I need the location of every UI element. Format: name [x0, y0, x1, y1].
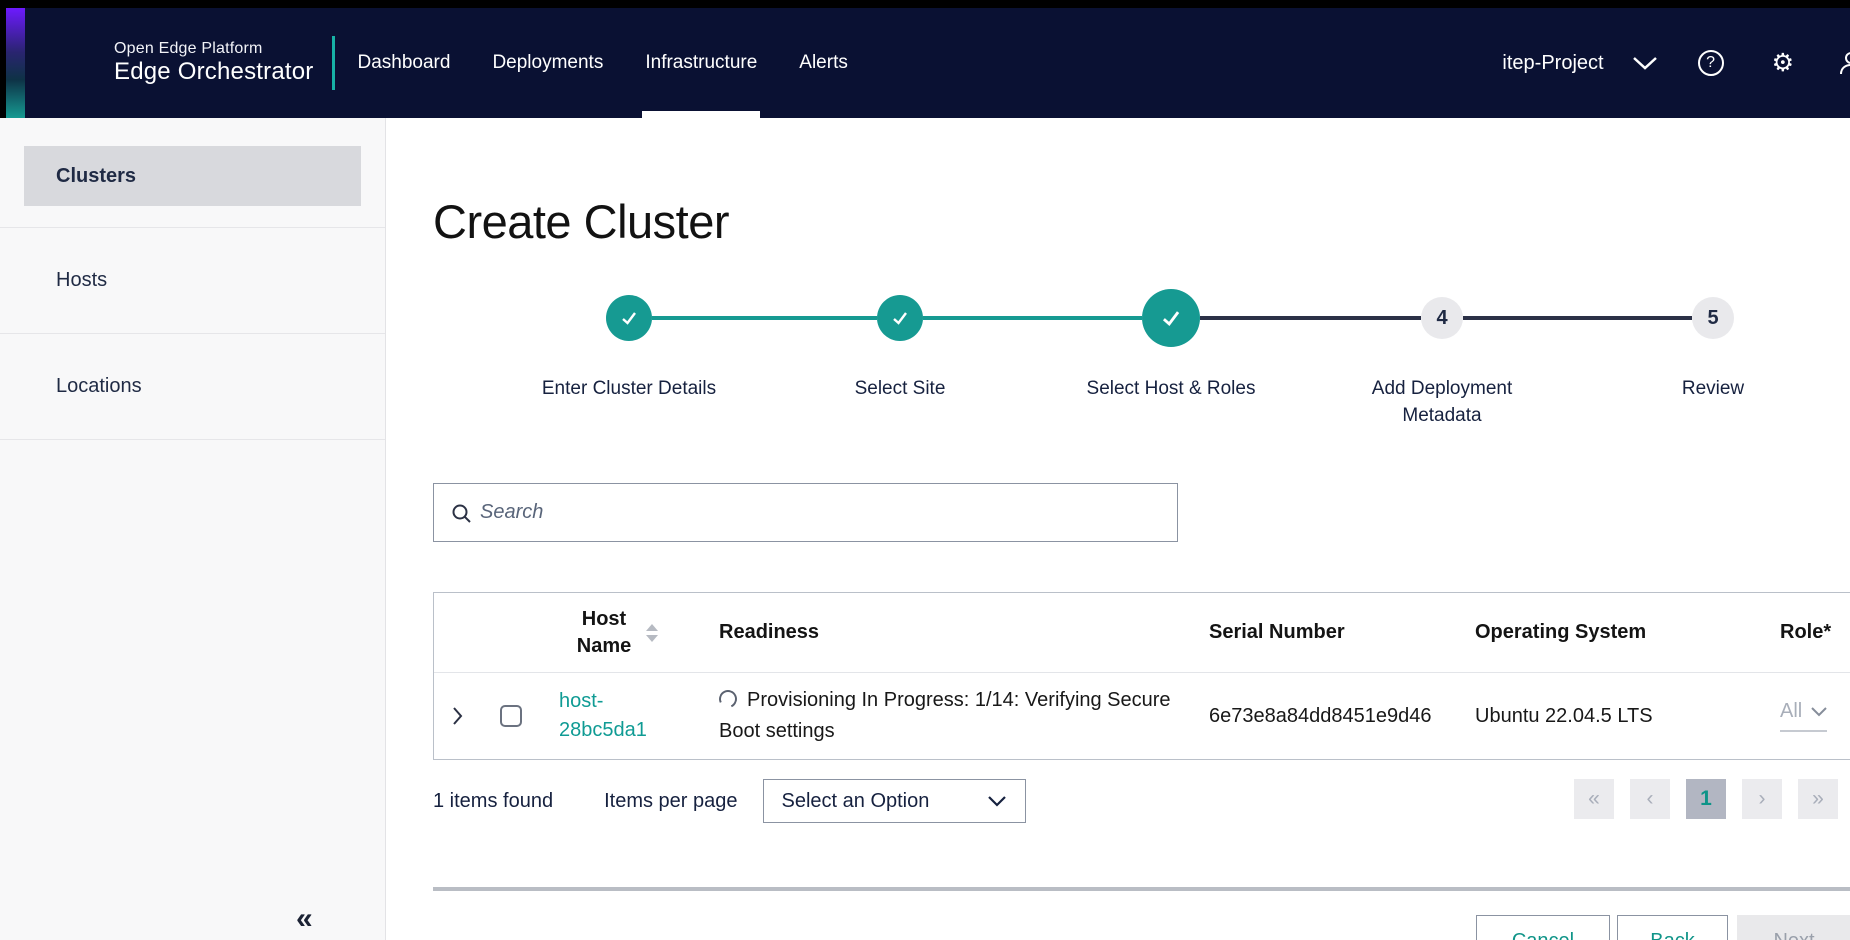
table-footer: 1 items found Items per page Select an O…: [433, 778, 1838, 824]
step-2-label: Select Site: [800, 375, 1000, 402]
serial-number-value: 6e73e8a84dd8451e9d46: [1209, 705, 1431, 728]
step-1-label: Enter Cluster Details: [529, 375, 729, 402]
stepper-connector-pending: [1200, 316, 1421, 320]
chevron-down-icon[interactable]: [1632, 55, 1658, 71]
row-checkbox[interactable]: [500, 705, 522, 727]
user-icon[interactable]: [1838, 50, 1850, 76]
brand-product-name: Edge Orchestrator: [114, 58, 314, 86]
role-select[interactable]: All: [1780, 700, 1827, 732]
top-nav: Dashboard Deployments Infrastructure Ale…: [355, 8, 851, 118]
sort-icon[interactable]: [646, 624, 658, 642]
spinner-icon: [716, 687, 739, 710]
items-per-page-select[interactable]: Select an Option: [763, 779, 1026, 823]
items-found-label: 1 items found: [433, 790, 553, 813]
app-logo[interactable]: Open Edge Platform Edge Orchestrator: [114, 40, 314, 86]
column-header-host-name: Host Name: [541, 593, 691, 672]
step-4-label: Add Deployment Metadata: [1342, 375, 1542, 429]
footer-divider: [433, 887, 1850, 891]
project-selector-label[interactable]: itep-Project: [1502, 52, 1603, 75]
pagination-next-button[interactable]: ›: [1742, 779, 1782, 819]
step-number: 4: [1436, 307, 1447, 330]
sidebar-collapse-icon[interactable]: «: [296, 904, 313, 934]
nav-infrastructure[interactable]: Infrastructure: [642, 8, 760, 118]
stepper-connector-complete: [923, 316, 1142, 320]
main-content: Create Cluster 4 5 Enter Cluster Det: [386, 118, 1850, 940]
column-header-readiness: Readiness: [691, 593, 1209, 672]
step-3-circle-current[interactable]: [1142, 289, 1200, 347]
page-title: Create Cluster: [433, 194, 729, 249]
readiness-status: Provisioning In Progress: 1/14: Verifyin…: [719, 685, 1209, 747]
app-header: Open Edge Platform Edge Orchestrator Das…: [0, 8, 1850, 118]
sort-asc-icon: [646, 624, 658, 631]
sidebar-item-label: Clusters: [56, 165, 136, 188]
pagination-prev-button[interactable]: ‹: [1630, 779, 1670, 819]
items-per-page-value: Select an Option: [782, 790, 930, 813]
step-number: 5: [1707, 307, 1718, 330]
brand-platform-name: Open Edge Platform: [114, 40, 314, 58]
brand-separator: [332, 36, 335, 90]
pagination-first-button[interactable]: «: [1574, 779, 1614, 819]
sidebar-item-label: Locations: [56, 375, 142, 398]
host-search: [433, 483, 1178, 542]
stepper-connector-pending: [1463, 316, 1692, 320]
hosts-table: Host Name Readiness Serial Number Operat…: [433, 592, 1850, 760]
settings-gear-icon[interactable]: ⚙: [1772, 51, 1794, 76]
search-input[interactable]: [480, 485, 1170, 540]
step-3-label: Select Host & Roles: [1071, 375, 1271, 402]
back-button[interactable]: Back: [1617, 915, 1728, 940]
table-header-row: Host Name Readiness Serial Number Operat…: [434, 593, 1850, 673]
step-5-label: Review: [1613, 375, 1813, 402]
sidebar-item-clusters[interactable]: Clusters: [24, 146, 361, 206]
items-per-page-label: Items per page: [604, 790, 737, 813]
next-button[interactable]: Next: [1737, 915, 1850, 940]
sort-desc-icon: [646, 635, 658, 642]
pagination-last-button[interactable]: »: [1798, 779, 1838, 819]
search-icon: [451, 503, 472, 524]
nav-deployments[interactable]: Deployments: [489, 8, 606, 118]
column-header-role: Role*: [1780, 593, 1850, 672]
help-icon[interactable]: ?: [1698, 50, 1724, 76]
nav-alerts[interactable]: Alerts: [796, 8, 851, 118]
chevron-down-icon: [1811, 707, 1827, 717]
chevron-down-icon: [987, 795, 1007, 807]
sidebar-item-hosts[interactable]: Hosts: [0, 228, 385, 333]
step-4-circle[interactable]: 4: [1421, 297, 1463, 339]
stepper-connector-complete: [652, 316, 877, 320]
cancel-button[interactable]: Cancel: [1476, 915, 1610, 940]
check-icon: [889, 307, 911, 329]
sidebar-item-label: Hosts: [56, 269, 107, 292]
sidebar-item-locations[interactable]: Locations: [0, 334, 385, 439]
step-1-circle[interactable]: [606, 295, 652, 341]
wizard-stepper: 4 5 Enter Cluster Details Select Site Se…: [493, 289, 1850, 439]
host-name-link[interactable]: host-28bc5da1: [541, 687, 636, 745]
column-header-os: Operating System: [1475, 593, 1780, 672]
window-top-bar: [0, 0, 1850, 8]
pagination: « ‹ 1 › »: [1574, 779, 1838, 819]
check-icon: [618, 307, 640, 329]
sidebar: Clusters Hosts Locations «: [0, 118, 386, 940]
row-expand-icon[interactable]: [452, 706, 463, 726]
nav-dashboard[interactable]: Dashboard: [355, 8, 454, 118]
pagination-page-1-button[interactable]: 1: [1686, 779, 1726, 819]
operating-system-value: Ubuntu 22.04.5 LTS: [1475, 705, 1653, 728]
step-2-circle[interactable]: [877, 295, 923, 341]
column-header-serial: Serial Number: [1209, 593, 1475, 672]
sidebar-divider: [0, 439, 385, 440]
step-5-circle[interactable]: 5: [1692, 297, 1734, 339]
check-icon: [1158, 305, 1184, 331]
table-row: host-28bc5da1 Provisioning In Progress: …: [434, 673, 1850, 759]
